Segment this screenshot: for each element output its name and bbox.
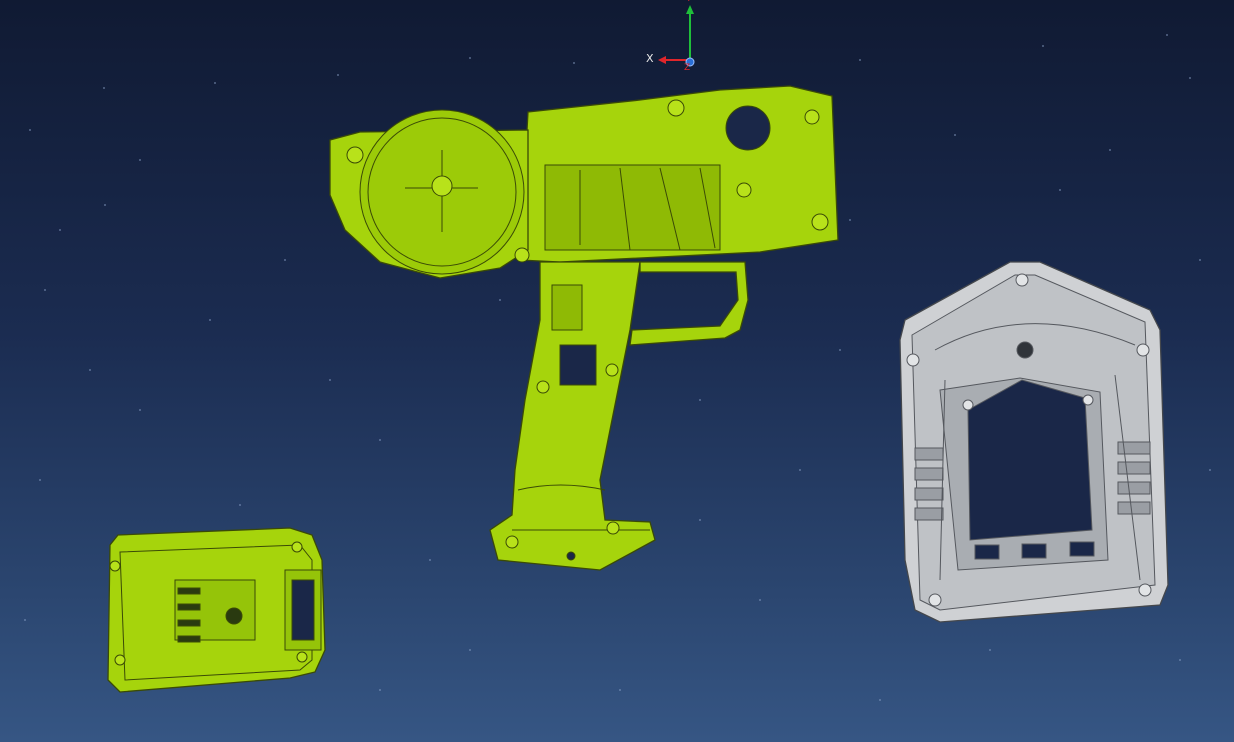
cover-shell-part[interactable]: [0, 0, 1234, 742]
3d-viewport[interactable]: X Y Z: [0, 0, 1234, 742]
